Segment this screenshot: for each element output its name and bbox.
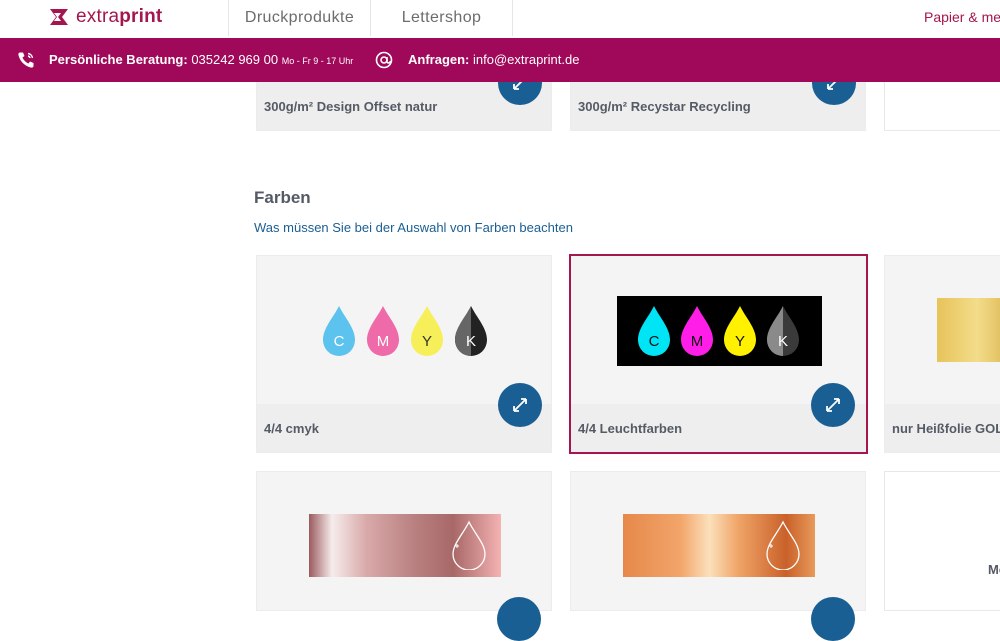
logo-text-bold: print	[119, 6, 163, 27]
color-card-rose-gold[interactable]	[256, 471, 552, 611]
expand-icon	[826, 398, 840, 412]
expand-button[interactable]	[497, 597, 541, 641]
colors-help-link[interactable]: Was müssen Sie bei der Auswahl von Farbe…	[254, 220, 573, 235]
at-icon	[375, 51, 393, 69]
drop-label-m: M	[377, 333, 390, 350]
logo-mark-icon	[50, 9, 68, 25]
color-card-metallic[interactable]: Me	[884, 471, 1000, 611]
consultation-info: Persönliche Beratung: 035242 969 00 Mo -…	[49, 52, 353, 67]
foil-drop-icon	[766, 520, 800, 570]
color-card-copper[interactable]	[570, 471, 866, 611]
consultation-label: Persönliche Beratung:	[49, 52, 188, 67]
gold-swatch-image	[885, 256, 1000, 404]
color-card-label: nur Heißfolie GOL	[885, 404, 1000, 452]
logo-text: extraprint	[76, 6, 162, 28]
copper-swatch	[623, 514, 815, 577]
color-card-leuchtfarben[interactable]: C M Y K 4/4 Leuchtfarben	[569, 254, 868, 454]
drop-label-k: K	[778, 333, 788, 350]
logo-text-light: extra	[76, 6, 120, 27]
cmyk-drops-image: C M Y K	[257, 256, 551, 404]
inquiry-info: Anfragen: info@extraprint.de	[408, 52, 579, 67]
section-title-farben: Farben	[254, 188, 311, 207]
expand-icon	[513, 398, 527, 412]
expand-button[interactable]	[811, 597, 855, 641]
nav-tab-druckprodukte[interactable]: Druckprodukte	[228, 0, 370, 36]
drop-label-m: M	[691, 333, 704, 350]
inquiry-label: Anfragen:	[408, 52, 470, 67]
expand-button[interactable]	[811, 383, 855, 427]
opening-hours: Mo - Fr 9 - 17 Uhr	[281, 56, 354, 66]
drop-label-k: K	[466, 333, 476, 350]
rose-gold-swatch	[309, 514, 501, 577]
logo[interactable]: extraprint	[48, 4, 162, 30]
leuchtfarben-image: C M Y K	[571, 256, 866, 404]
drop-label-c: C	[334, 333, 345, 350]
email-link[interactable]: info@extraprint.de	[473, 52, 579, 67]
color-card-cmyk[interactable]: C M Y K 4/4 cmyk	[256, 255, 552, 453]
drop-label-y: Y	[422, 333, 432, 350]
expand-button[interactable]	[498, 383, 542, 427]
color-card-label: Me	[988, 562, 1000, 577]
nav-tab-lettershop[interactable]: Lettershop	[370, 0, 513, 36]
cmyk-drops-icon: C M Y K	[323, 306, 487, 356]
color-card-heissfolie-gold[interactable]: nur Heißfolie GOL	[884, 255, 1000, 453]
phone-icon	[18, 52, 34, 68]
top-navigation: extraprint Druckprodukte Lettershop Papi…	[0, 0, 1000, 38]
drop-label-c: C	[649, 333, 660, 350]
neon-drops-icon: C M Y K	[617, 296, 822, 366]
drop-label-y: Y	[735, 333, 745, 350]
contact-bar: Persönliche Beratung: 035242 969 00 Mo -…	[0, 38, 1000, 82]
phone-number[interactable]: 035242 969 00	[191, 52, 278, 67]
gold-swatch	[937, 298, 1000, 362]
foil-drop-icon	[452, 520, 486, 570]
nav-link-papier[interactable]: Papier & meh	[924, 9, 1000, 25]
